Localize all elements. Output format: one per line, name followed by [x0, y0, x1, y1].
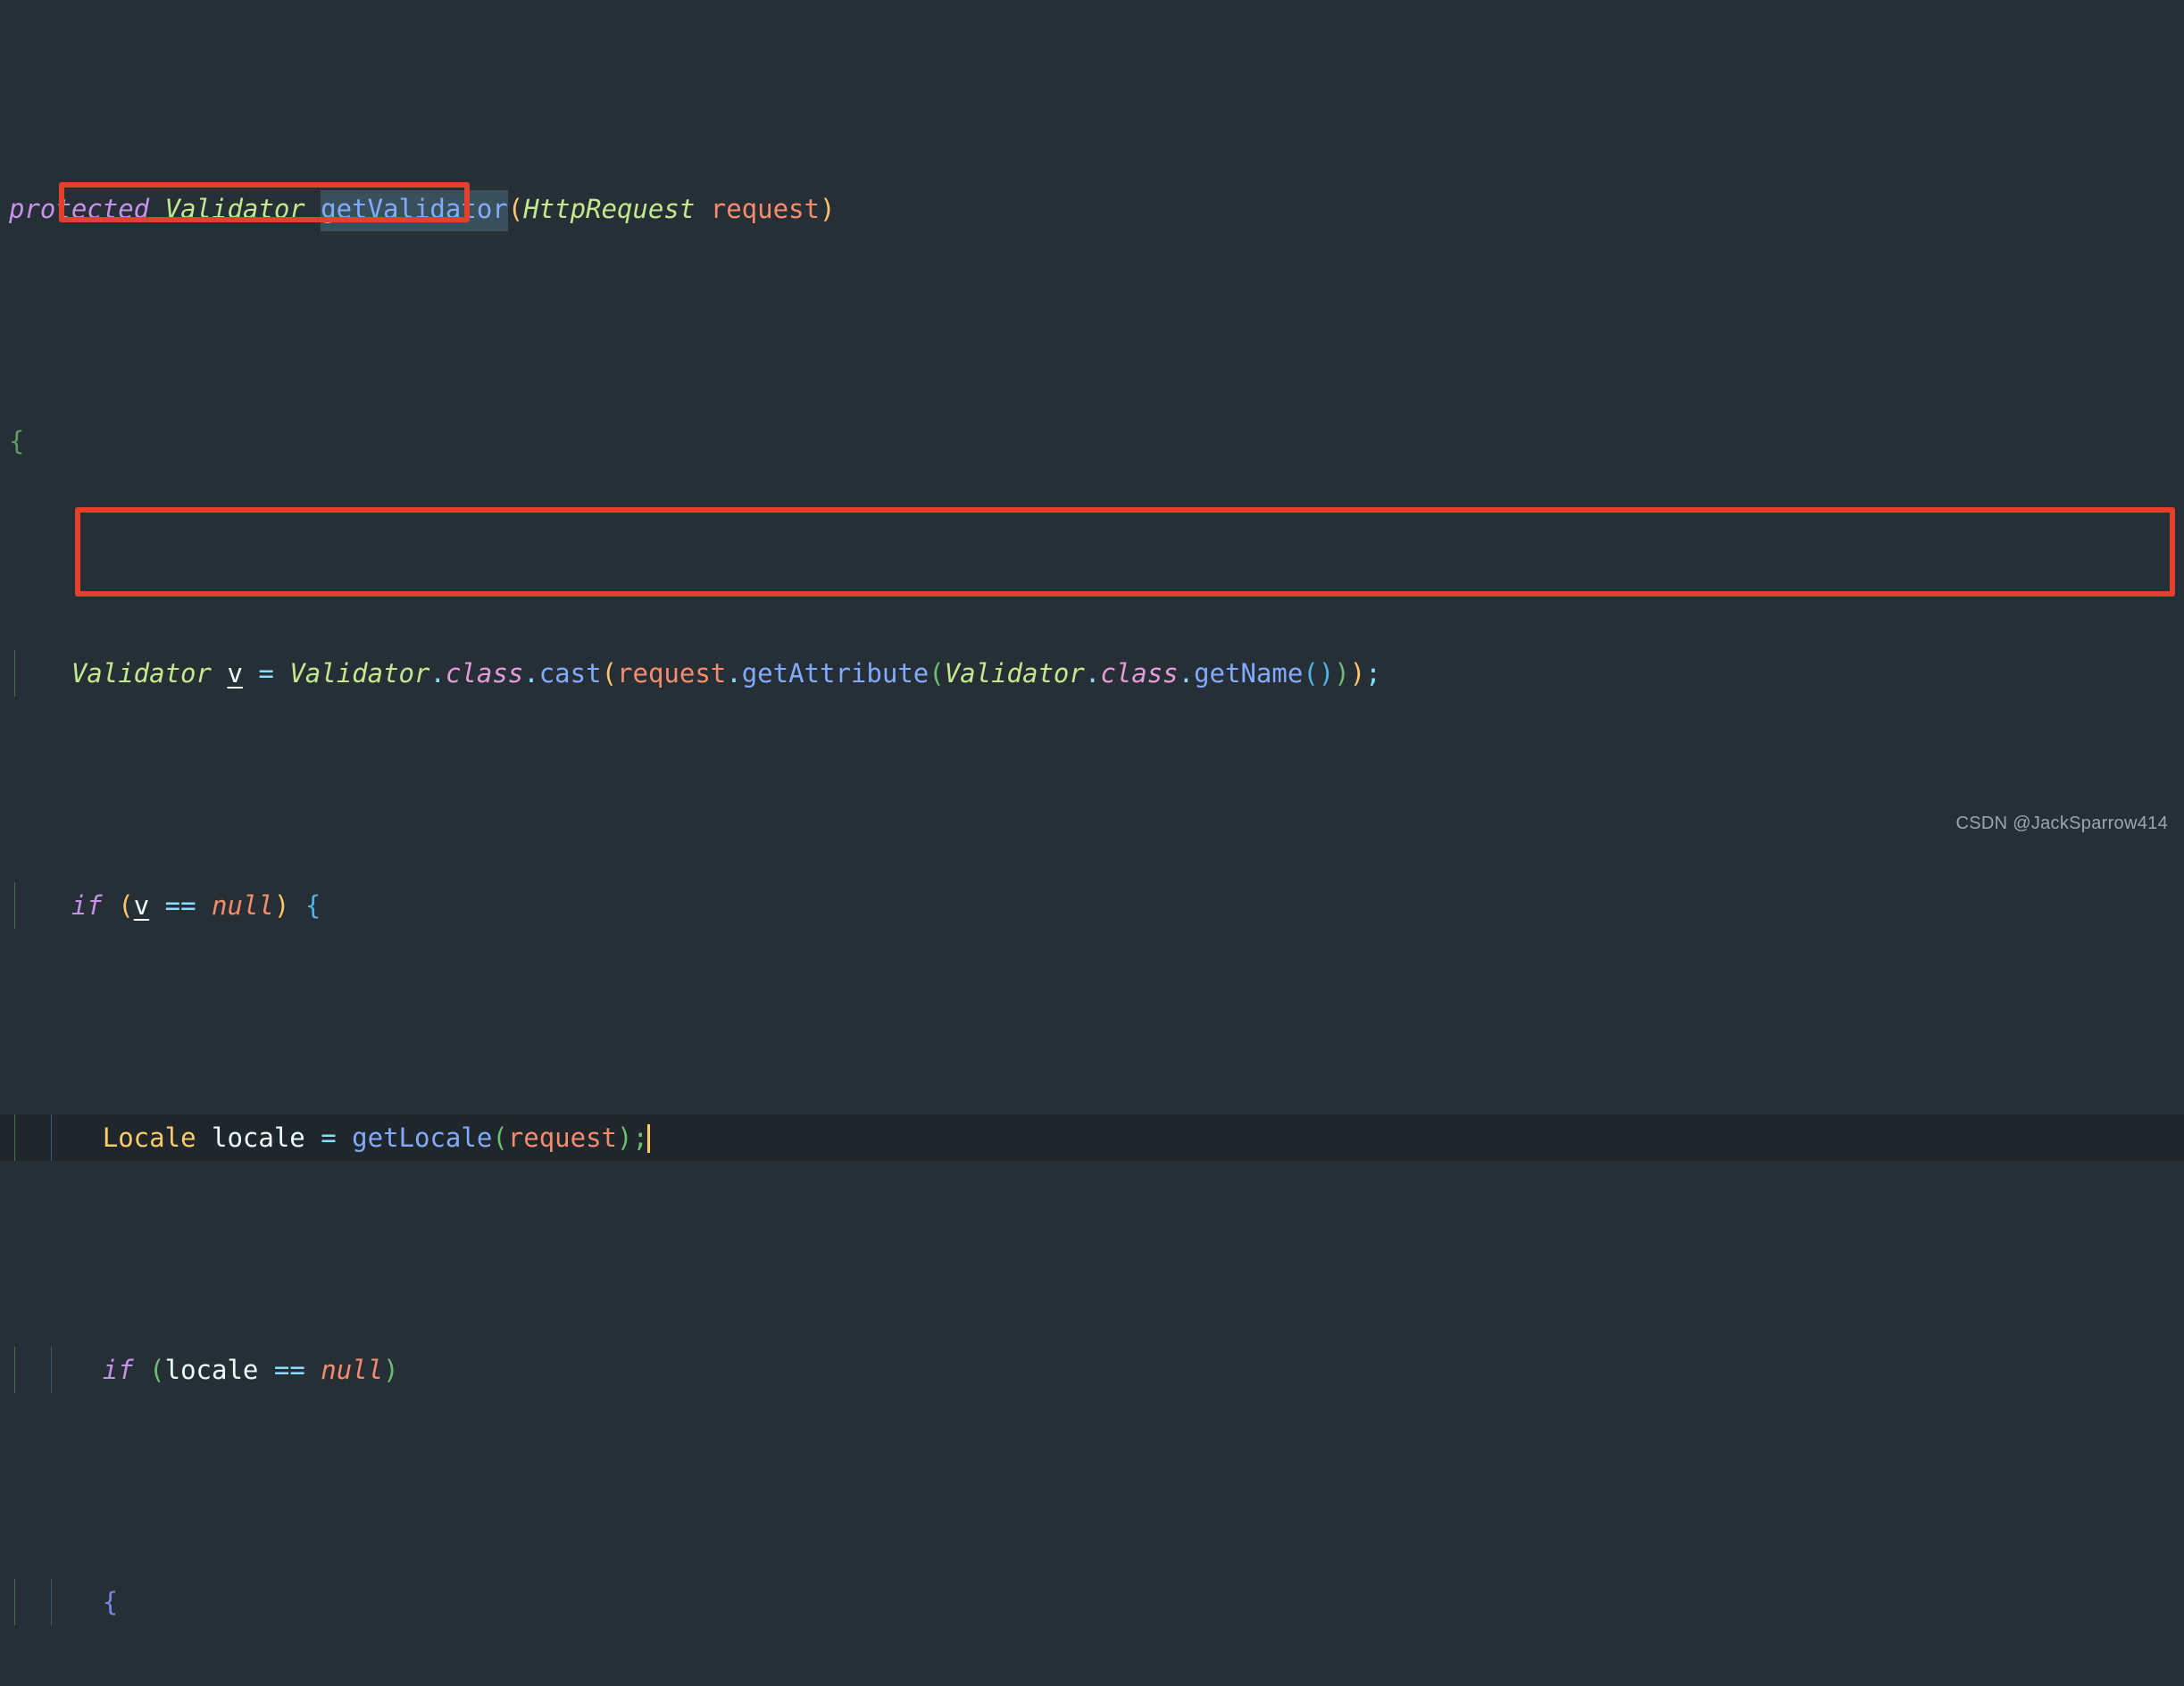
bracket-open: ( [118, 890, 134, 921]
code-line-4[interactable]: if (v == null) { [0, 882, 2184, 929]
code-line-2[interactable]: { [0, 418, 2184, 464]
bracket-close: ) [617, 1123, 633, 1153]
token-dot: . [726, 658, 742, 689]
token-method-getattribute: getAttribute [741, 658, 929, 689]
token-method-getname: getName [1194, 658, 1304, 689]
watermark: CSDN @JackSparrow414 [1955, 814, 2168, 833]
token-semicolon: ; [632, 1123, 648, 1153]
bracket-close: ) [273, 890, 290, 921]
token-keyword-if: if [102, 1355, 134, 1385]
token-literal-null: null [212, 890, 274, 921]
code-line-3[interactable]: Validator v = Validator.class.cast(reque… [0, 650, 2184, 697]
token-method-cast: cast [538, 658, 602, 689]
token-semicolon: ; [1365, 658, 1381, 689]
token-type-locale: Locale [102, 1123, 196, 1153]
token-type-validator: Validator [71, 658, 212, 689]
token-param-request: request [507, 1123, 617, 1153]
code-content[interactable]: protected Validator getValidator(HttpReq… [0, 0, 2184, 1625]
brace-open-method: { [9, 426, 25, 456]
token-type-validator: Validator [944, 658, 1085, 689]
token-keyword-protected: protected [9, 194, 150, 224]
token-op-equals: == [273, 1355, 305, 1385]
token-type-httprequest: HttpRequest [523, 194, 696, 224]
token-type-validator: Validator [164, 194, 305, 224]
bracket-open: ( [149, 1355, 165, 1385]
bracket-open: ( [929, 658, 945, 689]
code-editor[interactable]: protected Validator getValidator(HttpReq… [0, 0, 2184, 1625]
text-caret [646, 1124, 650, 1153]
token-op-equals: == [164, 890, 196, 921]
token-param-request: request [617, 658, 727, 689]
bracket-open: ( [601, 658, 618, 689]
bracket-close: ) [1349, 658, 1366, 689]
bracket-open: ( [1303, 658, 1319, 689]
token-dot: . [429, 658, 446, 689]
bracket-close: ) [1318, 658, 1335, 689]
token-keyword-class: class [1100, 658, 1179, 689]
bracket-close: ) [383, 1355, 399, 1385]
token-op-assign: = [321, 1123, 337, 1153]
token-literal-null: null [321, 1355, 384, 1385]
token-type-validator: Validator [289, 658, 430, 689]
code-line-5[interactable]: Locale locale = getLocale(request); [0, 1114, 2184, 1161]
token-keyword-if: if [71, 890, 103, 921]
token-method-getvalidator[interactable]: getValidator [321, 190, 508, 231]
token-param-request: request [710, 194, 820, 224]
bracket-close: ) [819, 194, 836, 224]
code-line-1[interactable]: protected Validator getValidator(HttpReq… [0, 186, 2184, 232]
bracket-open: ( [492, 1123, 508, 1153]
code-line-7[interactable]: { [0, 1579, 2184, 1625]
brace-open: { [304, 890, 321, 921]
bracket-open: ( [507, 194, 524, 224]
code-line-6[interactable]: if (locale == null) [0, 1347, 2184, 1393]
token-ident-v: v [227, 658, 243, 689]
token-dot: . [523, 658, 539, 689]
token-method-getlocale: getLocale [352, 1123, 493, 1153]
brace-open: { [102, 1587, 119, 1617]
token-keyword-class: class [445, 658, 524, 689]
token-ident-v: v [133, 890, 150, 921]
token-dot: . [1178, 658, 1195, 689]
token-op-assign: = [258, 658, 274, 689]
bracket-close: ) [1334, 658, 1350, 689]
token-ident-locale: locale [212, 1123, 305, 1153]
token-dot: . [1084, 658, 1101, 689]
token-ident-locale: locale [164, 1355, 259, 1385]
